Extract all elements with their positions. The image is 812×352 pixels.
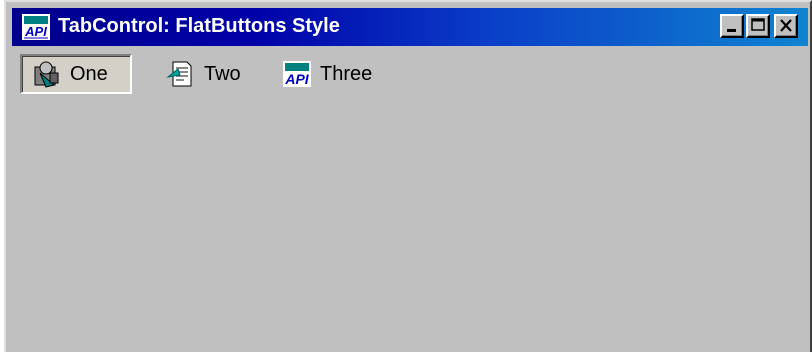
api-viewer-icon: API <box>282 59 312 89</box>
maximize-icon <box>751 18 765 31</box>
minimize-button[interactable] <box>720 14 744 38</box>
tab-three[interactable]: API Three <box>276 54 406 94</box>
main-window: API TabControl: FlatButtons Style One Tw… <box>4 0 812 352</box>
document-icon <box>166 59 196 89</box>
tab-one[interactable]: One <box>20 54 132 94</box>
tab-strip: One Two API Three <box>20 54 810 96</box>
tab-two[interactable]: Two <box>160 54 256 94</box>
tab-two-label: Two <box>204 62 241 85</box>
user-tool-icon <box>32 59 62 89</box>
close-button[interactable] <box>774 14 798 38</box>
minimize-icon <box>727 29 736 32</box>
maximize-button[interactable] <box>746 14 770 38</box>
svg-text:API: API <box>24 24 47 39</box>
window-title: TabControl: FlatButtons Style <box>58 15 340 37</box>
api-viewer-icon[interactable]: API <box>22 14 50 40</box>
tab-one-label: One <box>70 62 108 85</box>
tab-three-label: Three <box>320 62 373 85</box>
close-icon <box>780 19 792 32</box>
svg-text:API: API <box>284 71 309 87</box>
title-bar[interactable]: API TabControl: FlatButtons Style <box>12 8 808 46</box>
